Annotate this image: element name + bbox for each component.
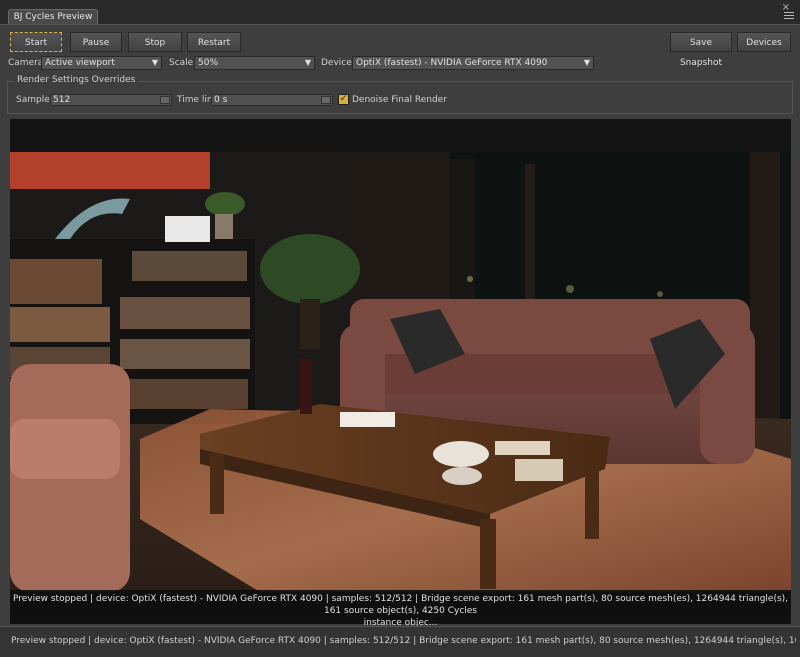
render-viewport[interactable] (10, 119, 791, 624)
save-snapshot-button[interactable]: Save Snapshot (670, 32, 732, 68)
spinner-handle-icon[interactable] (321, 96, 331, 104)
chevron-down-icon: ▼ (151, 58, 158, 67)
menu-icon[interactable] (784, 12, 794, 21)
camera-value: Active viewport (45, 58, 115, 68)
camera-label: Camera (8, 58, 44, 68)
restart-button[interactable]: Restart (187, 32, 241, 52)
overlay-line-1: Preview stopped | device: OptiX (fastest… (12, 594, 789, 616)
render-image (10, 119, 791, 592)
render-status-overlay: Preview stopped | device: OptiX (fastest… (10, 590, 791, 628)
chevron-down-icon: ▼ (304, 58, 311, 67)
device-label: Device (321, 58, 352, 68)
status-text: Preview stopped | device: OptiX (fastest… (11, 636, 796, 646)
devices-button[interactable]: Devices (737, 32, 791, 52)
status-bar: Preview stopped | device: OptiX (fastest… (0, 626, 800, 657)
start-button[interactable]: Start (10, 32, 62, 52)
denoise-label: Denoise Final Render (352, 95, 447, 105)
denoise-checkbox[interactable]: ✓ (338, 94, 349, 105)
chevron-down-icon: ▼ (583, 58, 590, 67)
time-limit-value: 0 s (214, 95, 228, 105)
time-limit-input[interactable]: 0 s (211, 94, 333, 106)
device-select[interactable]: OptiX (fastest) - NVIDIA GeForce RTX 409… (352, 56, 594, 70)
title-bar: BJ Cycles Preview × (0, 0, 800, 25)
samples-value: 512 (53, 95, 71, 105)
samples-label: Samples (16, 95, 55, 105)
device-value: OptiX (fastest) - NVIDIA GeForce RTX 409… (356, 58, 548, 68)
window-tab[interactable]: BJ Cycles Preview (8, 9, 98, 25)
spinner-handle-icon[interactable] (160, 96, 170, 104)
scale-value: 50% (198, 58, 219, 68)
pause-button[interactable]: Pause (70, 32, 122, 52)
scale-select[interactable]: 50% ▼ (194, 56, 315, 70)
scale-label: Scale (169, 58, 194, 68)
stop-button[interactable]: Stop (128, 32, 182, 52)
render-settings-title: Render Settings Overrides (14, 74, 139, 86)
samples-input[interactable]: 512 (50, 94, 172, 106)
checkmark-icon: ✓ (339, 94, 348, 104)
camera-select[interactable]: Active viewport ▼ (41, 56, 162, 70)
